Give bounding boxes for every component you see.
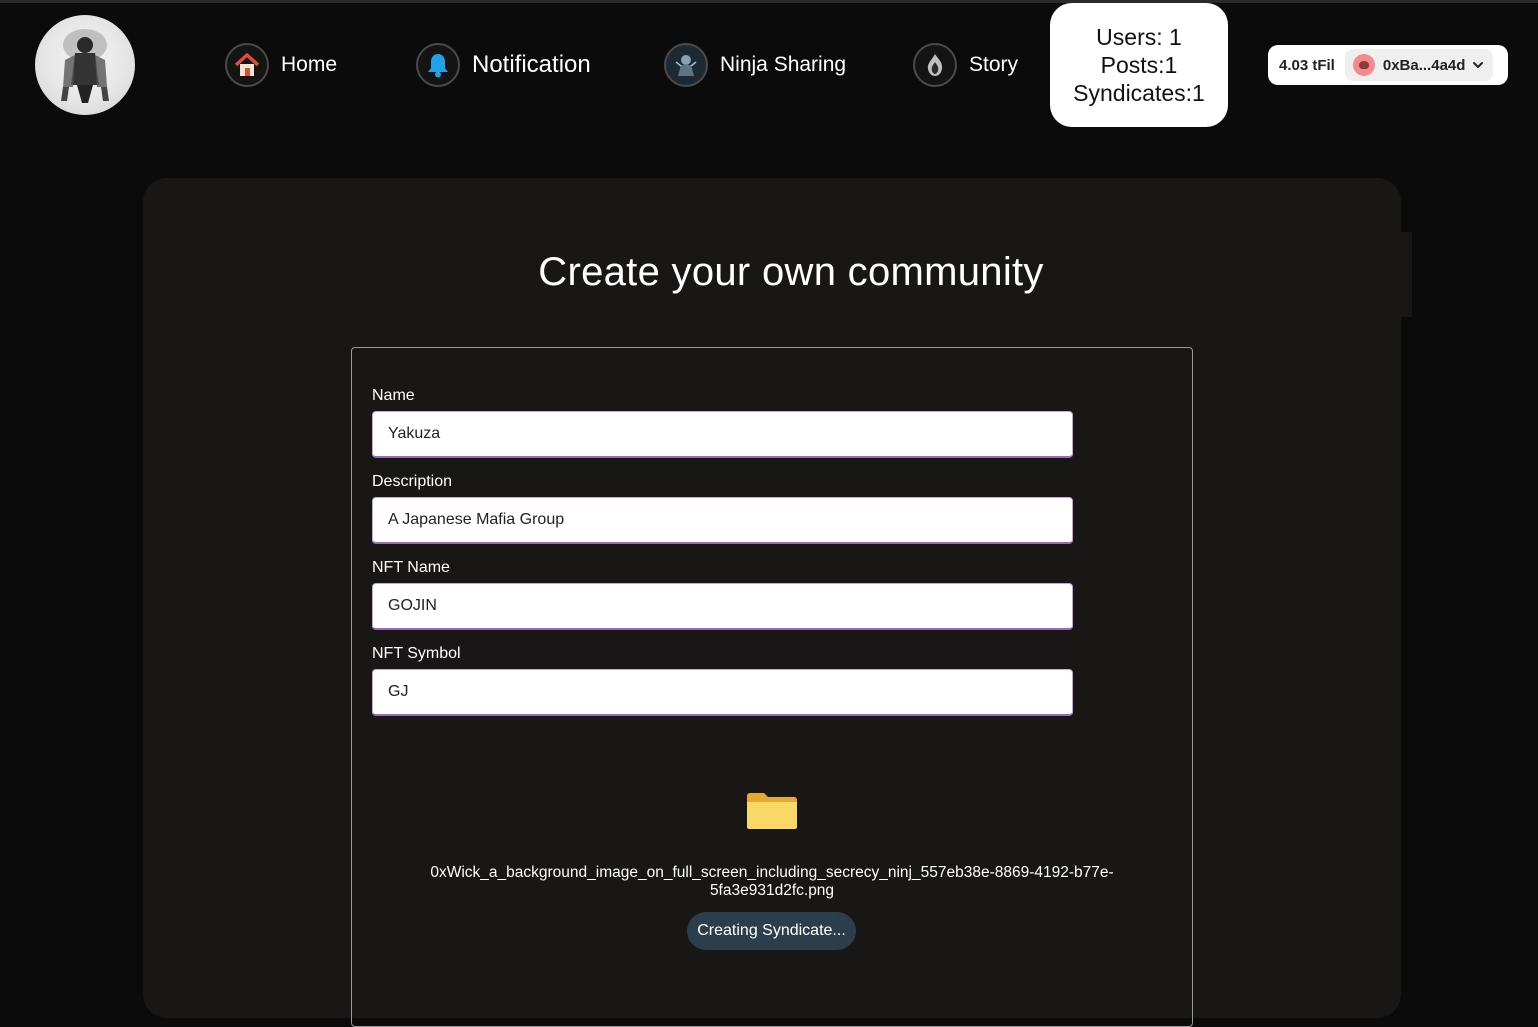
account-button[interactable]: 0xBa...4a4d bbox=[1344, 49, 1494, 81]
nft-symbol-input[interactable]: GJ bbox=[372, 669, 1073, 716]
nav-home-label: Home bbox=[281, 53, 338, 76]
page-title: Create your own community bbox=[538, 250, 1044, 294]
nft-name-input[interactable]: GOJIN bbox=[372, 583, 1073, 630]
avatar-icon bbox=[1352, 54, 1375, 76]
chevron-down-icon bbox=[1473, 62, 1484, 68]
description-label: Description bbox=[372, 473, 453, 490]
wallet-widget: 4.03 tFil 0xBa...4a4d bbox=[1268, 45, 1508, 85]
nav-story-label: Story bbox=[969, 53, 1019, 76]
nav-notification[interactable]: Notification bbox=[416, 42, 591, 88]
nav-notification-label: Notification bbox=[472, 51, 591, 78]
name-input[interactable]: Yakuza bbox=[372, 411, 1073, 458]
top-border bbox=[0, 0, 1538, 3]
nav-story[interactable]: Story bbox=[913, 42, 1018, 88]
stats-card: Users: 1 Posts:1 Syndicates:1 bbox=[1050, 3, 1228, 127]
wallet-balance[interactable]: 4.03 tFil bbox=[1279, 57, 1335, 74]
nft-symbol-label: NFT Symbol bbox=[372, 645, 461, 662]
name-label: Name bbox=[372, 387, 415, 404]
folder-icon[interactable] bbox=[746, 792, 798, 830]
nav-ninja-sharing-label: Ninja Sharing bbox=[720, 53, 847, 76]
file-name-line-1: 0xWick_a_background_image_on_full_screen… bbox=[430, 864, 1114, 881]
bell-icon bbox=[416, 43, 460, 87]
house-icon bbox=[225, 43, 269, 87]
nav-home[interactable]: Home bbox=[225, 42, 337, 88]
flame-icon bbox=[913, 43, 957, 87]
ninja-avatar-icon bbox=[664, 43, 708, 87]
create-syndicate-button[interactable]: Creating Syndicate... bbox=[687, 912, 856, 950]
account-address: 0xBa...4a4d bbox=[1382, 56, 1466, 74]
uploaded-file-name: 0xWick_a_background_image_on_full_screen… bbox=[372, 864, 1172, 900]
syndicates-count: Syndicates:1 bbox=[1073, 80, 1205, 106]
description-input[interactable]: A Japanese Mafia Group bbox=[372, 497, 1073, 544]
file-name-line-2: 5fa3e931d2fc.png bbox=[709, 882, 835, 899]
users-count: Users: 1 bbox=[1096, 24, 1182, 50]
nav-ninja-sharing[interactable]: Ninja Sharing bbox=[664, 42, 846, 88]
ninja-logo-icon[interactable] bbox=[35, 15, 135, 115]
posts-count: Posts:1 bbox=[1100, 52, 1178, 78]
nft-name-label: NFT Name bbox=[372, 559, 450, 576]
